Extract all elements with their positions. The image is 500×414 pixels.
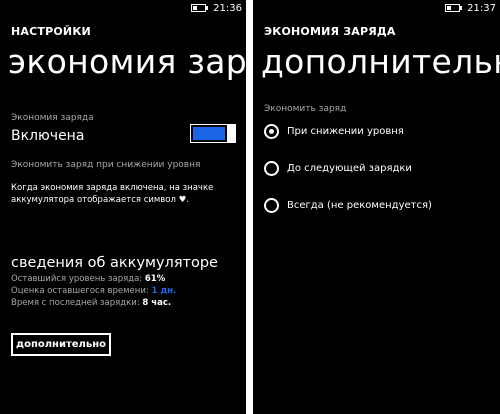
battery-saver-advanced-screen: 21:37 ЭКОНОМИЯ ЗАРЯДА дополнительно Экон… (253, 0, 500, 414)
option-label: До следующей зарядки (287, 163, 412, 174)
app-title: НАСТРОЙКИ (11, 25, 91, 38)
battery-icon (445, 4, 463, 12)
option-always[interactable]: Всегда (не рекомендуется) (264, 198, 432, 213)
page-title: дополнительно (261, 42, 500, 81)
time-since-charge-row: Время с последней зарядки: 8 час. (11, 298, 171, 308)
toggle-thumb[interactable] (228, 124, 236, 143)
save-battery-group-label: Экономить заряд (264, 104, 347, 114)
battery-saver-settings-screen: 21:36 НАСТРОЙКИ экономия заряда Экономия… (0, 0, 246, 414)
time-since-charge-value: 8 час. (142, 298, 172, 308)
page-title: экономия заряда (8, 42, 246, 81)
status-bar: 21:36 (191, 0, 246, 16)
remaining-time-label: Оценка оставшегося времени: (11, 286, 149, 296)
battery-saver-note: Когда экономия заряда включена, на значк… (11, 183, 214, 205)
battery-info-title: сведения об аккумуляторе (11, 255, 218, 271)
battery-saver-toggle[interactable] (190, 124, 236, 145)
status-time: 21:36 (213, 2, 242, 14)
battery-saver-label: Экономия заряда (11, 113, 94, 123)
remaining-time-value: 1 дн. (151, 286, 177, 296)
remaining-charge-value: 61% (144, 274, 166, 284)
option-low-level[interactable]: При снижении уровня (264, 124, 404, 139)
remaining-time-row: Оценка оставшегося времени: 1 дн. (11, 286, 176, 296)
status-bar: 21:37 (445, 0, 500, 16)
option-label: При снижении уровня (287, 126, 404, 137)
battery-icon (191, 4, 209, 12)
toggle-fill (193, 127, 225, 140)
toggle-track (190, 124, 228, 143)
radio-selected-icon[interactable] (264, 124, 279, 139)
remaining-charge-label: Оставшийся уровень заряда: (11, 274, 143, 284)
radio-icon[interactable] (264, 198, 279, 213)
battery-saver-hint: Экономить заряд при снижении уровня (11, 160, 201, 170)
app-title: ЭКОНОМИЯ ЗАРЯДА (264, 25, 396, 38)
remaining-charge-row: Оставшийся уровень заряда: 61% (11, 274, 165, 284)
option-label: Всегда (не рекомендуется) (287, 200, 432, 211)
advanced-button[interactable]: дополнительно (11, 333, 111, 356)
radio-icon[interactable] (264, 161, 279, 176)
status-time: 21:37 (467, 2, 496, 14)
time-since-charge-label: Время с последней зарядки: (11, 298, 140, 308)
battery-saver-state: Включена (11, 128, 85, 144)
option-until-next-charge[interactable]: До следующей зарядки (264, 161, 412, 176)
